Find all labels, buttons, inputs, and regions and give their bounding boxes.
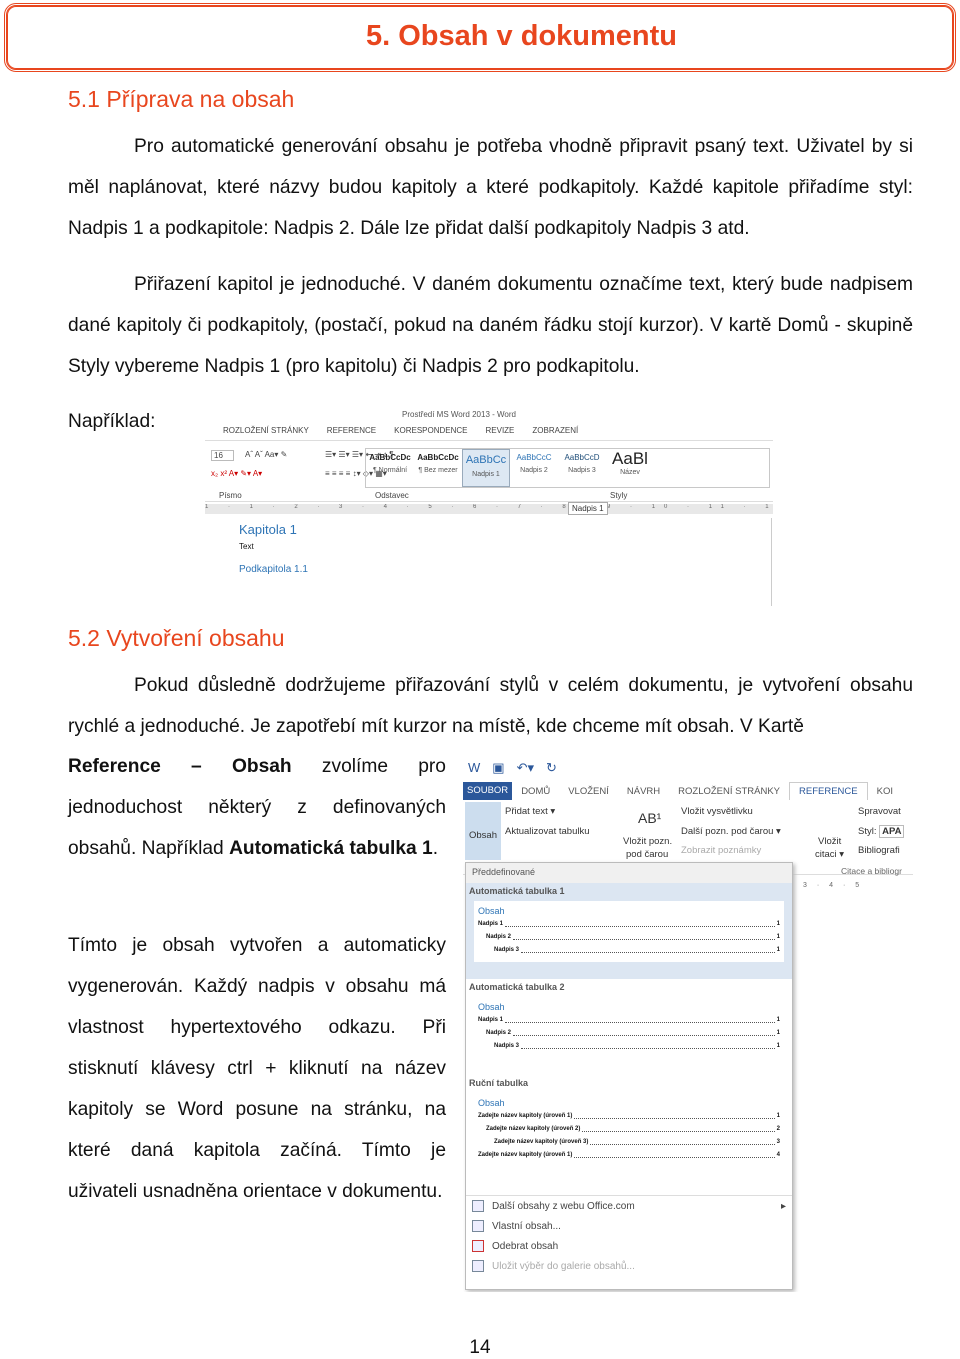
toc-line: Nadpis 11 [478, 918, 780, 931]
toc-preview: Obsah Zadejte název kapitoly (úroveň 1) 1 Z… [474, 1093, 784, 1167]
menu-item-office-com[interactable]: Další obsahy z webu Office.com ▸ [466, 1196, 792, 1216]
group-label: Citace a bibliogr [841, 866, 902, 876]
tab-vlozeni: VLOŽENÍ [568, 785, 609, 797]
menu-item-custom-toc[interactable]: Vlastní obsah... [466, 1216, 792, 1236]
word-screenshot-toc: W ▣ ↶▾ ↻ SOUBOR DOMŮ VLOŽENÍ NÁVRH ROZLOŽEN… [463, 758, 913, 1292]
tab-soubor: SOUBOR [463, 782, 513, 800]
toc-preview: Obsah Nadpis 1 1 Nadpis 2 1 Nadpis 31 [474, 901, 784, 962]
toc-line: Nadpis 21 [478, 1027, 780, 1040]
zobrazit-poznamky: Zobrazit poznámky [681, 845, 762, 856]
tab-domu: DOMŮ [521, 785, 551, 797]
remove-icon [472, 1240, 484, 1252]
styles-gallery: AaBbCcDc ¶ Normální AaBbCcDc ¶ Bez mezer A… [365, 448, 770, 488]
toc-line: Zadejte název kapitoly (úroveň 1) 1 [478, 1110, 780, 1123]
style-heading3: AaBbCcD Nadpis 3 [564, 453, 600, 474]
font-tools-icon: Aˆ Aˇ Aa▾ ✎ [245, 450, 288, 459]
toc-dropdown: Předdefinované Automatická tabulka 1 Obsa… [465, 862, 793, 1290]
toc-line: Nadpis 31 [478, 1040, 780, 1053]
tab: ROZLOŽENÍ STRÁNKY [223, 426, 309, 435]
ruler: 3 · 4 · 5 [803, 882, 864, 889]
spravovat: Spravovat [858, 806, 901, 817]
toc-line: Nadpis 11 [478, 1014, 780, 1027]
paragraph: Pro automatické generování obsahu je pot… [68, 136, 913, 239]
tab: ZOBRAZENÍ [532, 426, 579, 435]
toc-line: Nadpis 21 [478, 931, 780, 944]
window-title: Prostředí MS Word 2013 - Word [402, 410, 516, 419]
group-label: Styly [610, 491, 628, 500]
toc-option-title: Automatická tabulka 1 [469, 886, 565, 896]
tab-more: KOI [876, 785, 893, 797]
word-screenshot-styles: Prostředí MS Word 2013 - Word ROZLOŽENÍ … [205, 408, 773, 606]
vlozit-vysvetlivku: Vložit vysvětlivku [681, 806, 753, 817]
vlozit-pozn: Vložit pozn. [623, 836, 673, 847]
toc-preview-title: Obsah [478, 906, 505, 916]
section-heading: 5.1 Příprava na obsah [68, 86, 295, 112]
style-title: AaBl Název [612, 449, 648, 476]
aktualizovat-tabulku: Aktualizovat tabulku [505, 826, 590, 837]
style-normal: AaBbCcDc ¶ Normální [369, 453, 411, 474]
bibliografie: Bibliografi [858, 845, 900, 856]
style-heading1: AaBbCc Nadpis 1 [462, 449, 510, 487]
doc-heading2: Podkapitola 1.1 [239, 564, 308, 575]
toc-option[interactable]: Ruční tabulka Obsah Zadejte název kapitoly… [466, 1075, 792, 1193]
pridat-text: Přidat text ▾ [505, 806, 556, 817]
toc-preview-title: Obsah [478, 1098, 505, 1108]
toc-preview-title: Obsah [478, 1002, 505, 1012]
tooltip: Nadpis 1 [568, 502, 608, 515]
redo-icon: ↻ [546, 760, 557, 775]
footnote-icon: AB¹ [638, 810, 662, 826]
toc-line: Nadpis 31 [478, 944, 780, 957]
paragraph: Pokud důsledně dodržujeme přiřazování st… [68, 675, 913, 737]
toc-option[interactable]: Automatická tabulka 2 Obsah Nadpis 1 1 Nadpi… [466, 979, 792, 1075]
obsah-button: Obsah [465, 802, 501, 860]
dropdown-header: Předdefinované [466, 863, 792, 883]
style-heading2: AaBbCcC Nadpis 2 [516, 453, 552, 474]
dalsi-pozn: Další pozn. pod čarou ▾ [681, 826, 781, 837]
paragraph: Přiřazení kapitol je jednoduché. V daném… [68, 274, 913, 377]
group-label: Písmo [219, 491, 242, 500]
citaci: citaci ▾ [815, 849, 845, 860]
save-gallery-icon [472, 1260, 484, 1272]
tab: KORESPONDENCE [394, 426, 468, 435]
save-icon: ▣ [492, 760, 505, 775]
ribbon-tabs: SOUBOR DOMŮ VLOŽENÍ NÁVRH ROZLOŽENÍ STRÁ… [463, 782, 913, 800]
styl-label: Styl: APA [858, 825, 905, 838]
section-heading: 5.2 Vytvoření obsahu [68, 625, 285, 651]
menu-item-remove-toc[interactable]: Odebrat obsah [466, 1236, 792, 1256]
toc-line: Zadejte název kapitoly (úroveň 1) 4 [478, 1149, 780, 1162]
toc-option-title: Ruční tabulka [469, 1078, 529, 1088]
tab-rozlozeni: ROZLOŽENÍ STRÁNKY [678, 785, 781, 797]
page-number: 14 [469, 1337, 491, 1358]
web-icon [472, 1200, 484, 1212]
document-icon [472, 1220, 484, 1232]
menu-item-save-selection: Uložit výběr do galerie obsahů... [466, 1256, 792, 1276]
toc-option-title: Automatická tabulka 2 [469, 982, 565, 992]
tab-reference: REFERENCE [789, 782, 868, 800]
tab: REFERENCE [326, 426, 377, 435]
group-label: Odstavec [375, 491, 409, 500]
word-icon: W [468, 760, 481, 775]
toc-preview: Obsah Nadpis 1 1 Nadpis 2 1 Nadpis 31 [474, 997, 784, 1058]
toc-option[interactable]: Automatická tabulka 1 Obsah Nadpis 1 1 Nadpi… [466, 883, 792, 979]
tab-navrh: NÁVRH [626, 785, 661, 797]
page-edge [771, 518, 772, 606]
font-size-box: 16 [211, 450, 234, 461]
paragraph: Reference – Obsah zvolíme pro jednoducho… [68, 756, 446, 859]
undo-icon: ↶▾ [516, 760, 534, 775]
tab: REVIZE [485, 426, 515, 435]
font-format-icons: x₂ x² A▾ ✎▾ A▾ [211, 469, 263, 478]
chapter-title: 5. Obsah v dokumentu [366, 20, 677, 52]
doc-heading1: Kapitola 1 [239, 522, 297, 537]
vlozit: Vložit [818, 836, 842, 847]
ruler: 1 · 1 · 2 · 3 · 4 · 5 · 6 · 7 · 8 · 9 · … [205, 504, 773, 514]
paragraph: Tímto je obsah vytvořen a automaticky vy… [68, 935, 446, 1202]
doc-text: Text [239, 542, 254, 551]
style-no-spacing: AaBbCcDc ¶ Bez mezer [417, 453, 459, 474]
pod-carou: pod čarou [626, 849, 669, 860]
quick-access-toolbar: W ▣ ↶▾ ↻ [468, 760, 557, 776]
toc-line: Zadejte název kapitoly (úroveň 2) 2 [478, 1123, 780, 1136]
toc-line: Zadejte název kapitoly (úroveň 3) 3 [478, 1136, 780, 1149]
